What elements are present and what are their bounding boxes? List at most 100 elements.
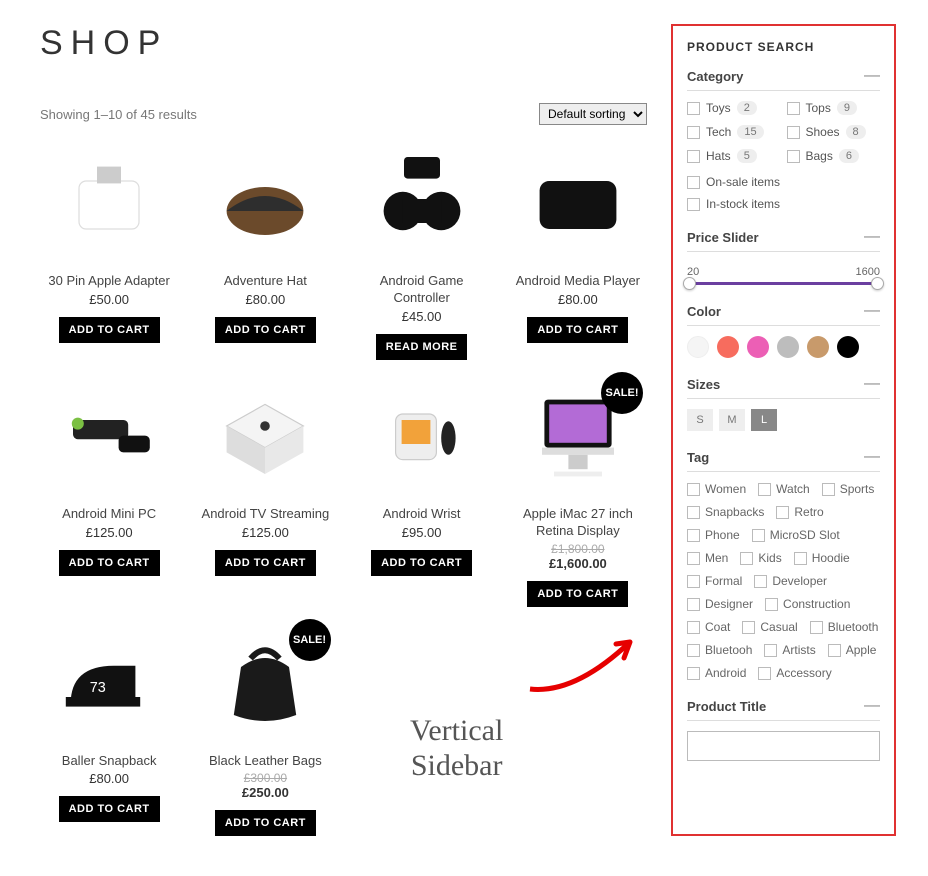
add-to-cart-button[interactable]: ADD TO CART [215, 550, 316, 576]
checkbox-icon[interactable] [687, 150, 700, 163]
checkbox-icon[interactable] [764, 644, 777, 657]
tag-option[interactable]: Hoodie [794, 551, 850, 565]
checkbox-icon[interactable] [687, 176, 700, 189]
collapse-icon[interactable]: — [864, 698, 880, 714]
checkbox-icon[interactable] [794, 552, 807, 565]
color-swatch[interactable] [747, 336, 769, 358]
product-image[interactable]: 73 [40, 625, 178, 745]
add-to-cart-button[interactable]: ADD TO CART [59, 317, 160, 343]
category-option[interactable]: Tech15 [687, 125, 781, 139]
size-option[interactable]: L [751, 409, 777, 431]
checkbox-icon[interactable] [822, 483, 835, 496]
product-image[interactable] [353, 378, 491, 498]
tag-option[interactable]: Formal [687, 574, 742, 588]
checkbox-icon[interactable] [687, 667, 700, 680]
category-option[interactable]: Tops9 [787, 101, 881, 115]
tag-option[interactable]: Artists [764, 643, 815, 657]
checkbox-icon[interactable] [687, 126, 700, 139]
tag-option[interactable]: Watch [758, 482, 810, 496]
product-name[interactable]: Android Game Controller [353, 273, 491, 307]
checkbox-icon[interactable] [687, 198, 700, 211]
product-image[interactable] [40, 378, 178, 498]
category-option[interactable]: Hats5 [687, 149, 781, 163]
tag-option[interactable]: Phone [687, 528, 740, 542]
checkbox-icon[interactable] [776, 506, 789, 519]
category-option[interactable]: Toys2 [687, 101, 781, 115]
checkbox-icon[interactable] [810, 621, 823, 634]
collapse-icon[interactable]: — [864, 303, 880, 319]
category-option[interactable]: Bags6 [787, 149, 881, 163]
tag-option[interactable]: Bluetooth [810, 620, 879, 634]
collapse-icon[interactable]: — [864, 449, 880, 465]
collapse-icon[interactable]: — [864, 376, 880, 392]
checkbox-icon[interactable] [687, 552, 700, 565]
checkbox-icon[interactable] [765, 598, 778, 611]
product-title-input[interactable] [687, 731, 880, 761]
price-slider-track[interactable] [687, 282, 880, 285]
tag-option[interactable]: Apple [828, 643, 877, 657]
checkbox-icon[interactable] [687, 102, 700, 115]
product-name[interactable]: Android TV Streaming [196, 506, 334, 523]
product-image[interactable] [196, 145, 334, 265]
add-to-cart-button[interactable]: ADD TO CART [371, 550, 472, 576]
checkbox-icon[interactable] [687, 506, 700, 519]
tag-option[interactable]: Bluetooh [687, 643, 752, 657]
tag-option[interactable]: Android [687, 666, 746, 680]
add-to-cart-button[interactable]: ADD TO CART [215, 317, 316, 343]
product-name[interactable]: Apple iMac 27 inch Retina Display [509, 506, 647, 540]
checkbox-icon[interactable] [828, 644, 841, 657]
product-image[interactable] [509, 145, 647, 265]
product-image[interactable] [353, 145, 491, 265]
checkbox-icon[interactable] [687, 483, 700, 496]
product-name[interactable]: Baller Snapback [40, 753, 178, 770]
add-to-cart-button[interactable]: ADD TO CART [527, 317, 628, 343]
checkbox-icon[interactable] [740, 552, 753, 565]
checkbox-icon[interactable] [687, 529, 700, 542]
checkbox-icon[interactable] [758, 483, 771, 496]
product-name[interactable]: Android Mini PC [40, 506, 178, 523]
color-swatch[interactable] [837, 336, 859, 358]
color-swatch[interactable] [717, 336, 739, 358]
tag-option[interactable]: Coat [687, 620, 730, 634]
checkbox-icon[interactable] [687, 644, 700, 657]
filter-option[interactable]: On-sale items [687, 175, 880, 189]
category-option[interactable]: Shoes8 [787, 125, 881, 139]
tag-option[interactable]: Accessory [758, 666, 831, 680]
tag-option[interactable]: Snapbacks [687, 505, 764, 519]
color-swatch[interactable] [777, 336, 799, 358]
checkbox-icon[interactable] [687, 575, 700, 588]
size-option[interactable]: M [719, 409, 745, 431]
checkbox-icon[interactable] [687, 621, 700, 634]
tag-option[interactable]: Women [687, 482, 746, 496]
tag-option[interactable]: Designer [687, 597, 753, 611]
tag-option[interactable]: MicroSD Slot [752, 528, 840, 542]
product-name[interactable]: Black Leather Bags [196, 753, 334, 770]
color-swatch[interactable] [807, 336, 829, 358]
add-to-cart-button[interactable]: ADD TO CART [215, 810, 316, 836]
tag-option[interactable]: Sports [822, 482, 875, 496]
filter-option[interactable]: In-stock items [687, 197, 880, 211]
product-name[interactable]: Android Wrist [353, 506, 491, 523]
tag-option[interactable]: Retro [776, 505, 823, 519]
product-name[interactable]: 30 Pin Apple Adapter [40, 273, 178, 290]
tag-option[interactable]: Kids [740, 551, 781, 565]
checkbox-icon[interactable] [687, 598, 700, 611]
checkbox-icon[interactable] [787, 102, 800, 115]
add-to-cart-button[interactable]: ADD TO CART [527, 581, 628, 607]
product-name[interactable]: Adventure Hat [196, 273, 334, 290]
checkbox-icon[interactable] [752, 529, 765, 542]
checkbox-icon[interactable] [754, 575, 767, 588]
tag-option[interactable]: Developer [754, 574, 827, 588]
product-image[interactable] [40, 145, 178, 265]
checkbox-icon[interactable] [787, 150, 800, 163]
tag-option[interactable]: Men [687, 551, 728, 565]
add-to-cart-button[interactable]: ADD TO CART [59, 796, 160, 822]
size-option[interactable]: S [687, 409, 713, 431]
checkbox-icon[interactable] [787, 126, 800, 139]
add-to-cart-button[interactable]: ADD TO CART [59, 550, 160, 576]
color-swatch[interactable] [687, 336, 709, 358]
checkbox-icon[interactable] [758, 667, 771, 680]
price-slider-thumb-min[interactable] [683, 277, 696, 290]
checkbox-icon[interactable] [742, 621, 755, 634]
tag-option[interactable]: Casual [742, 620, 797, 634]
